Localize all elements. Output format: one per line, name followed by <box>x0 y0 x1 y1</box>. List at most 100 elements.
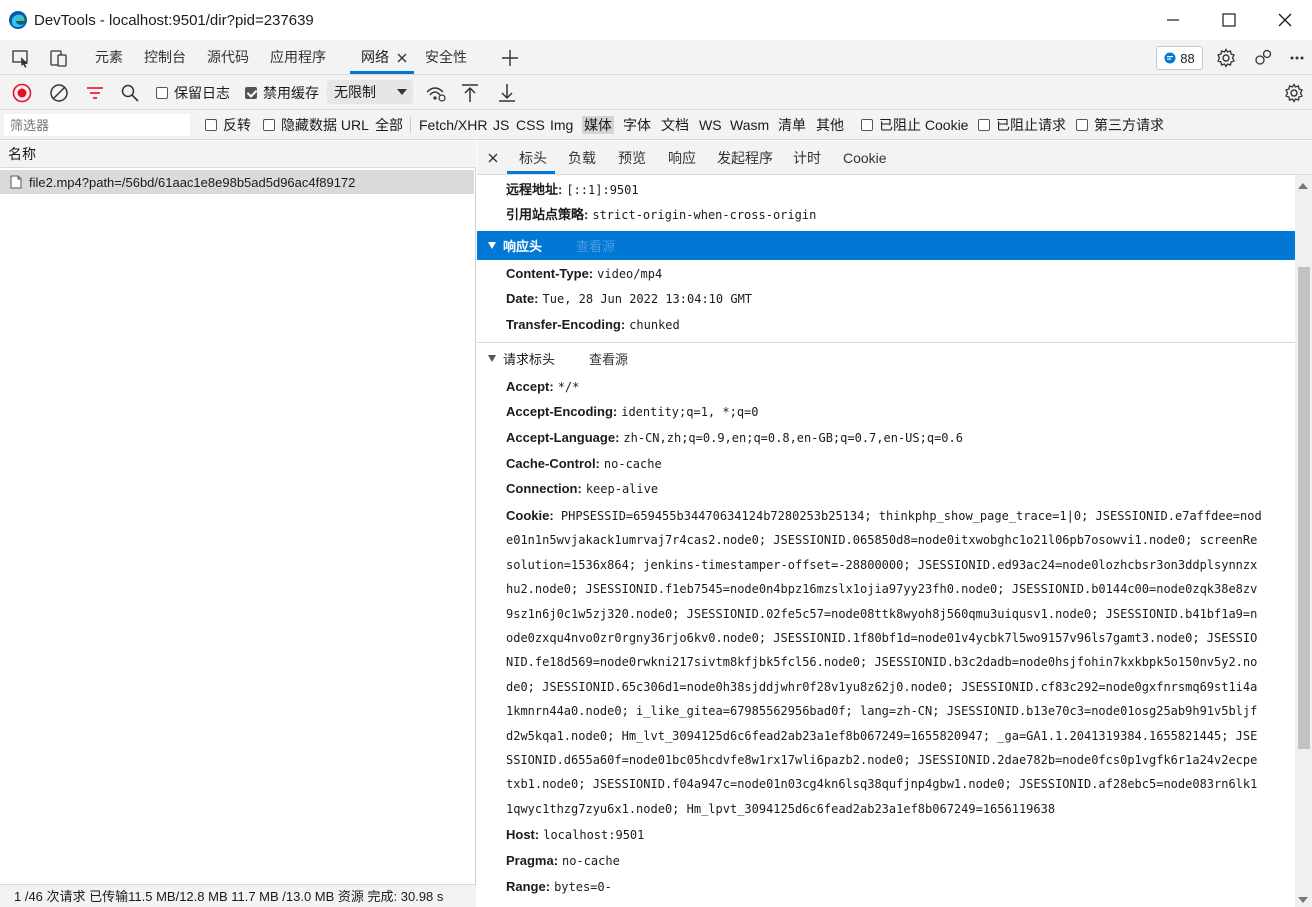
request-details-pane: 标头 负载 预览 响应 发起程序 计时 Cookie 远程地址: [::1]:95… <box>477 141 1312 907</box>
export-har-icon[interactable] <box>498 83 516 103</box>
stop-recording-icon[interactable] <box>12 83 32 103</box>
more-options-icon[interactable] <box>1290 56 1304 60</box>
tab-console[interactable]: 控制台 <box>144 40 186 75</box>
tab-application[interactable]: 应用程序 <box>270 40 326 75</box>
tab-headers[interactable]: 标头 <box>519 141 547 175</box>
device-emulation-icon[interactable] <box>49 48 69 68</box>
import-har-icon[interactable] <box>461 83 479 103</box>
tab-network[interactable]: 网络 <box>361 40 389 75</box>
inspect-element-icon[interactable] <box>11 48 31 68</box>
tab-preview[interactable]: 预览 <box>618 141 646 175</box>
filter-input[interactable] <box>4 114 190 136</box>
network-toolbar: 保留日志 禁用缓存 无限制 <box>0 75 1312 110</box>
filter-icon[interactable] <box>85 83 105 103</box>
blocked-cookies-label: 已阻止 Cookie <box>879 117 969 133</box>
header-value: Tue, 28 Jun 2022 13:04:10 GMT <box>542 292 753 306</box>
header-value: video/mp4 <box>597 267 663 281</box>
hide-data-urls-checkbox[interactable]: 隐藏数据 URL <box>263 116 369 134</box>
header-key: Transfer-Encoding: <box>506 317 626 332</box>
header-value: keep-alive <box>585 482 659 496</box>
header-value: no-cache <box>603 457 662 471</box>
view-source-link[interactable]: 查看源 <box>576 236 615 255</box>
settings-gear-icon[interactable] <box>1216 48 1236 68</box>
add-tab-icon[interactable] <box>501 49 519 67</box>
filter-type-js[interactable]: JS <box>493 116 509 134</box>
scrollbar-thumb[interactable] <box>1298 267 1310 749</box>
separator <box>410 117 411 133</box>
filter-type-other[interactable]: 其他 <box>816 116 844 134</box>
close-tab-icon[interactable] <box>397 53 407 63</box>
search-icon[interactable] <box>120 83 140 103</box>
invert-checkbox[interactable]: 反转 <box>205 116 251 134</box>
feedback-icon[interactable] <box>1253 48 1273 68</box>
minimize-button[interactable] <box>1146 0 1200 40</box>
tab-security[interactable]: 安全性 <box>425 40 467 75</box>
tab-sources[interactable]: 源代码 <box>207 40 249 75</box>
request-header-row: Cache-Control: no-cache <box>506 456 662 471</box>
tab-response[interactable]: 响应 <box>668 141 696 175</box>
name-column-header[interactable]: 名称 <box>0 141 476 168</box>
header-key: Connection: <box>506 481 582 496</box>
cookie-line: NID.fe18d569=node0rwkni217sivtm8kfjbk5fc… <box>506 655 1258 670</box>
checkbox-box-checked <box>245 87 257 99</box>
checkbox-box <box>861 119 873 131</box>
issues-count: 88 <box>1180 50 1195 66</box>
maximize-button[interactable] <box>1202 0 1256 40</box>
message-icon <box>1164 52 1176 64</box>
response-header-row: Content-Type: video/mp4 <box>506 266 662 281</box>
response-header-row: Transfer-Encoding: chunked <box>506 317 680 332</box>
disable-cache-checkbox[interactable]: 禁用缓存 <box>245 83 319 103</box>
request-header-row: Connection: keep-alive <box>506 481 658 496</box>
blocked-requests-checkbox[interactable]: 已阻止请求 <box>978 116 1066 134</box>
tab-timing[interactable]: 计时 <box>793 141 821 175</box>
filter-type-ws[interactable]: WS <box>699 116 722 134</box>
cookie-line: de0; JSESSIONID.65c306d1=node0h38sjddjwh… <box>506 679 1258 694</box>
view-source-link[interactable]: 查看源 <box>589 349 628 368</box>
filter-type-manifest[interactable]: 清单 <box>778 116 806 134</box>
request-header-row: Host: localhost:9501 <box>506 827 644 842</box>
third-party-checkbox[interactable]: 第三方请求 <box>1076 116 1164 134</box>
scroll-up-arrow-icon[interactable] <box>1298 183 1308 189</box>
clear-icon[interactable] <box>49 83 69 103</box>
checkbox-box <box>205 119 217 131</box>
cookie-value: PHPSESSID=659455b34470634124b7280253b251… <box>560 509 1262 523</box>
headers-content: 远程地址: [::1]:9501 引用站点策略: strict-origin-whe… <box>477 175 1295 907</box>
tab-payload[interactable]: 负载 <box>568 141 596 175</box>
filter-type-font[interactable]: 字体 <box>623 116 651 134</box>
network-conditions-icon[interactable] <box>425 83 447 103</box>
response-headers-title: 响应头 <box>503 239 543 254</box>
header-value: chunked <box>629 318 680 332</box>
throttling-value: 无限制 <box>334 84 376 100</box>
filter-type-wasm[interactable]: Wasm <box>730 116 769 134</box>
header-key: Accept: <box>506 379 554 394</box>
blocked-cookies-checkbox[interactable]: 已阻止 Cookie <box>861 116 968 134</box>
scroll-down-arrow-icon[interactable] <box>1298 897 1308 903</box>
collapse-triangle-icon <box>488 355 496 362</box>
tab-elements[interactable]: 元素 <box>95 40 123 75</box>
header-value: no-cache <box>562 854 620 868</box>
network-settings-gear-icon[interactable] <box>1284 83 1304 103</box>
header-value: identity;q=1, *;q=0 <box>621 405 759 419</box>
cookie-line: e01n1n5wvjakack1umrvaj7r4cas2.node0; JSE… <box>506 533 1258 548</box>
filter-type-css[interactable]: CSS <box>516 116 545 134</box>
preserve-log-checkbox[interactable]: 保留日志 <box>156 83 230 103</box>
response-headers-section-header[interactable]: 响应头 查看源 <box>477 231 1295 260</box>
header-key: Host: <box>506 827 540 842</box>
request-row[interactable]: file2.mp4?path=/56bd/61aac1e8e98b5ad5d96… <box>0 170 474 194</box>
close-details-icon[interactable] <box>488 153 498 163</box>
request-headers-section-header[interactable]: 请求标头 查看源 <box>477 344 1295 373</box>
file-icon <box>10 175 22 189</box>
throttling-select[interactable]: 无限制 <box>327 80 413 104</box>
tab-cookies[interactable]: Cookie <box>843 141 887 175</box>
header-key: Accept-Language: <box>506 430 620 445</box>
filter-type-media[interactable]: 媒体 <box>582 116 614 134</box>
filter-type-all[interactable]: 全部 <box>375 116 403 134</box>
issues-badge[interactable]: 88 <box>1156 46 1203 70</box>
filter-type-fetch-xhr[interactable]: Fetch/XHR <box>419 116 487 134</box>
tab-initiator[interactable]: 发起程序 <box>717 141 773 175</box>
close-window-button[interactable] <box>1258 0 1312 40</box>
disable-cache-label: 禁用缓存 <box>263 85 319 101</box>
filter-type-doc[interactable]: 文档 <box>661 116 689 134</box>
header-key: 远程地址: <box>506 182 563 197</box>
filter-type-img[interactable]: Img <box>550 116 573 134</box>
